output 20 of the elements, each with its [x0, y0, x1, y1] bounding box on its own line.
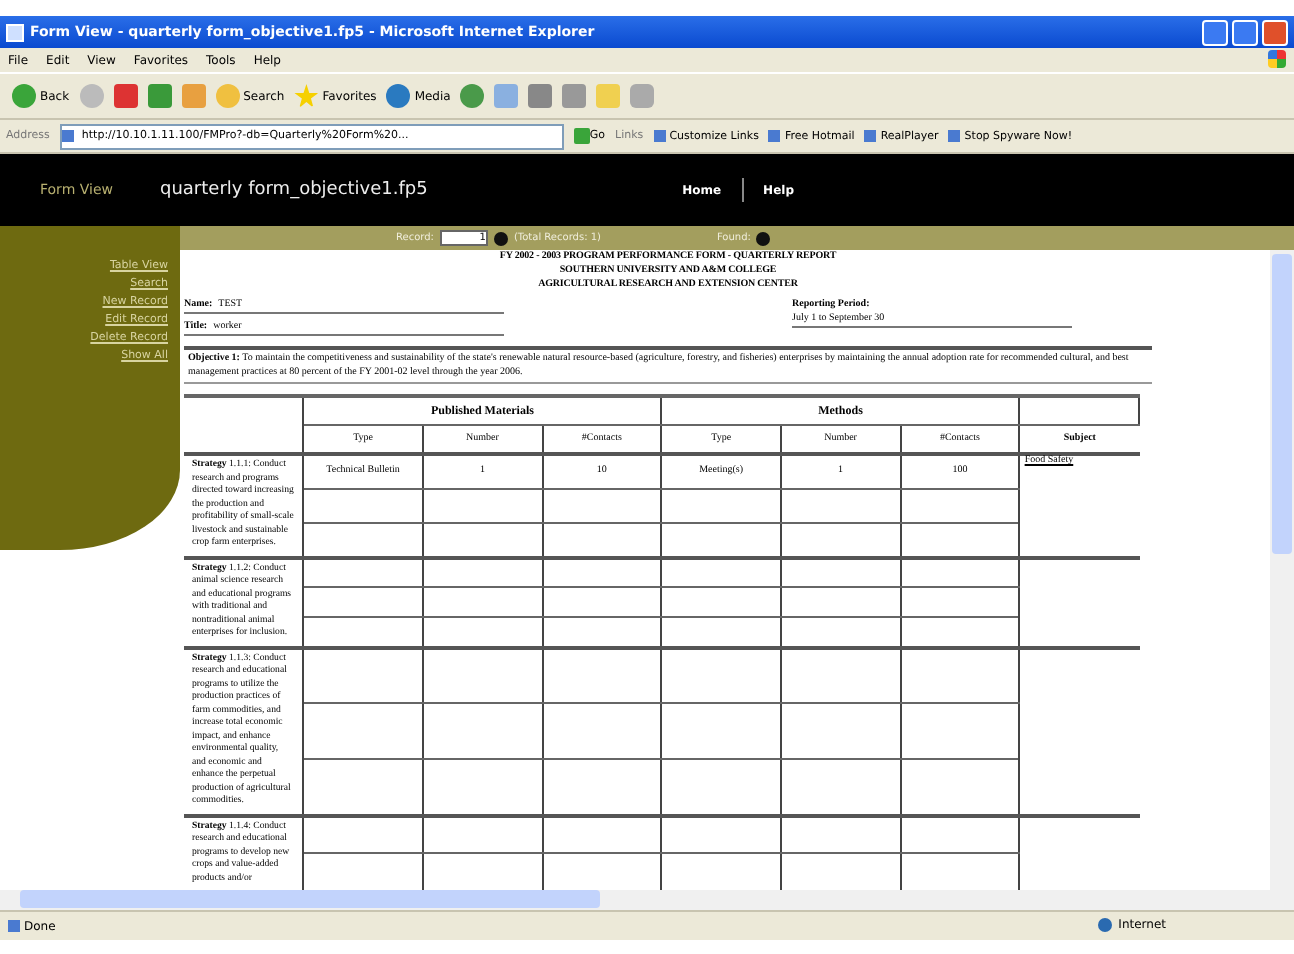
globe-icon: [386, 84, 411, 108]
link-icon: [653, 129, 666, 142]
back-icon: [12, 84, 36, 108]
file-name: quarterly form_objective1.fp5: [160, 180, 430, 200]
globe-icon: [1098, 918, 1113, 933]
maximize-button[interactable]: [1232, 19, 1258, 45]
minimize-button[interactable]: [1202, 19, 1228, 45]
windows-logo-icon: [1268, 50, 1286, 68]
close-button[interactable]: [1262, 19, 1288, 45]
page-icon: [61, 130, 74, 142]
vertical-scrollbar[interactable]: [1270, 250, 1294, 910]
link-icon: [768, 129, 781, 142]
page-icon: [6, 23, 24, 41]
horizontal-scrollbar[interactable]: [0, 890, 1270, 910]
go-icon[interactable]: [493, 231, 508, 245]
search-icon: [215, 84, 240, 108]
page-icon: [8, 919, 20, 932]
go-icon[interactable]: [756, 231, 771, 245]
link-icon: [948, 129, 961, 142]
link-icon: [864, 129, 877, 142]
